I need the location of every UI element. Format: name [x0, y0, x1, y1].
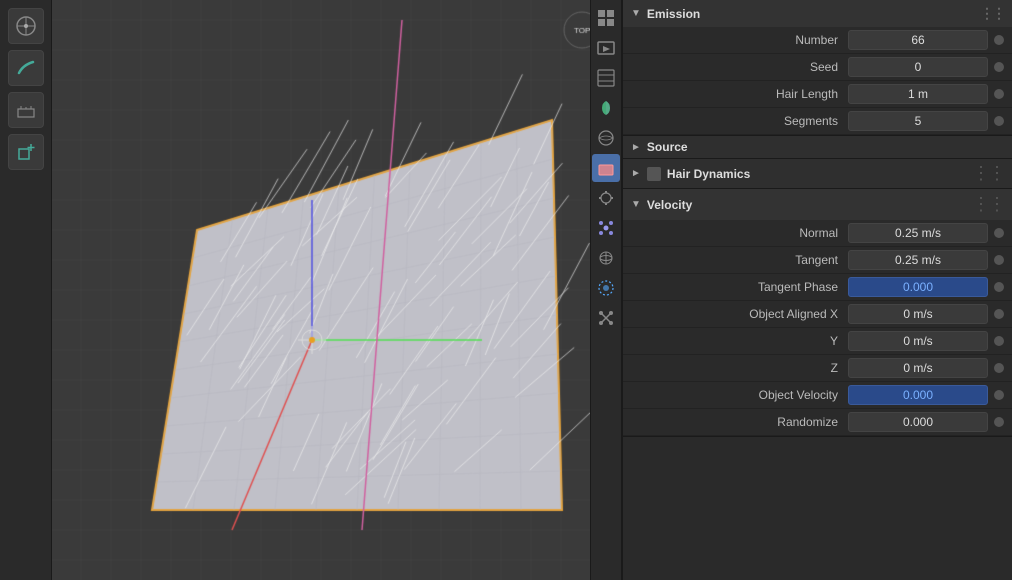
- emission-arrow: ▼: [631, 8, 641, 19]
- sidebar-icon-physics[interactable]: [592, 244, 620, 272]
- seed-label: Seed: [639, 60, 848, 74]
- hair-length-value[interactable]: 1 m: [848, 84, 988, 104]
- hair-dynamics-checkbox[interactable]: [647, 167, 661, 181]
- object-aligned-x-label: Object Aligned X: [639, 307, 848, 321]
- add-object-tool[interactable]: [8, 134, 44, 170]
- sidebar-icon-render[interactable]: [592, 4, 620, 32]
- emission-section: ▼ Emission ⋮⋮ Number 66 Seed 0 Hair Leng…: [623, 0, 1012, 136]
- object-aligned-y-label: Y: [639, 334, 848, 348]
- hair-dynamics-section: ► Hair Dynamics ⋮⋮: [623, 159, 1012, 189]
- randomize-dot[interactable]: [994, 417, 1004, 427]
- transform-tool[interactable]: [8, 8, 44, 44]
- emission-drag-handle: ⋮⋮: [980, 5, 1004, 22]
- source-header[interactable]: ► Source: [623, 136, 1012, 158]
- velocity-header[interactable]: ▼ Velocity ⋮⋮: [623, 189, 1012, 220]
- tangent-row: Tangent 0.25 m/s: [623, 247, 1012, 274]
- segments-row: Segments 5: [623, 108, 1012, 135]
- object-aligned-z-value[interactable]: 0 m/s: [848, 358, 988, 378]
- source-title: Source: [647, 140, 688, 154]
- sidebar-icon-world[interactable]: [592, 124, 620, 152]
- draw-tool[interactable]: [8, 50, 44, 86]
- randomize-label: Randomize: [639, 415, 848, 429]
- object-aligned-z-row: Z 0 m/s: [623, 355, 1012, 382]
- source-section: ► Source: [623, 136, 1012, 159]
- tangent-label: Tangent: [639, 253, 848, 267]
- object-velocity-row: Object Velocity 0.000: [623, 382, 1012, 409]
- normal-label: Normal: [639, 226, 848, 240]
- velocity-title: Velocity: [647, 198, 692, 212]
- emission-title: Emission: [647, 7, 700, 21]
- hair-dynamics-title: Hair Dynamics: [667, 167, 750, 181]
- tangent-phase-row: Tangent Phase 0.000: [623, 274, 1012, 301]
- object-velocity-label: Object Velocity: [639, 388, 848, 402]
- object-aligned-x-value[interactable]: 0 m/s: [848, 304, 988, 324]
- hair-dynamics-arrow: ►: [631, 168, 641, 179]
- tangent-phase-label: Tangent Phase: [639, 280, 848, 294]
- normal-value[interactable]: 0.25 m/s: [848, 223, 988, 243]
- hair-length-label: Hair Length: [639, 87, 848, 101]
- object-velocity-value[interactable]: 0.000: [848, 385, 988, 405]
- object-aligned-z-label: Z: [639, 361, 848, 375]
- sidebar-icon-object-data[interactable]: [592, 304, 620, 332]
- sidebar-icon-output[interactable]: [592, 34, 620, 62]
- tangent-dot[interactable]: [994, 255, 1004, 265]
- velocity-section: ▼ Velocity ⋮⋮ Normal 0.25 m/s Tangent 0.…: [623, 189, 1012, 437]
- seed-dot[interactable]: [994, 62, 1004, 72]
- viewport[interactable]: [52, 0, 590, 580]
- normal-dot[interactable]: [994, 228, 1004, 238]
- object-aligned-x-dot[interactable]: [994, 309, 1004, 319]
- left-toolbar: [0, 0, 52, 580]
- object-velocity-dot[interactable]: [994, 390, 1004, 400]
- sidebar-icon-constraints[interactable]: [592, 274, 620, 302]
- number-value[interactable]: 66: [848, 30, 988, 50]
- properties-panel: ▼ Emission ⋮⋮ Number 66 Seed 0 Hair Leng…: [622, 0, 1012, 580]
- tangent-phase-dot[interactable]: [994, 282, 1004, 292]
- emission-header[interactable]: ▼ Emission ⋮⋮: [623, 0, 1012, 27]
- hair-length-dot[interactable]: [994, 89, 1004, 99]
- object-aligned-y-value[interactable]: 0 m/s: [848, 331, 988, 351]
- object-aligned-z-dot[interactable]: [994, 363, 1004, 373]
- number-label: Number: [639, 33, 848, 47]
- number-row: Number 66: [623, 27, 1012, 54]
- tangent-phase-value[interactable]: 0.000: [848, 277, 988, 297]
- measure-tool[interactable]: [8, 92, 44, 128]
- source-arrow: ►: [631, 142, 641, 153]
- sidebar-icon-view-layer[interactable]: [592, 64, 620, 92]
- sidebar-icon-modifier[interactable]: [592, 184, 620, 212]
- object-aligned-y-row: Y 0 m/s: [623, 328, 1012, 355]
- sidebar-icon-particles[interactable]: [592, 214, 620, 242]
- normal-row: Normal 0.25 m/s: [623, 220, 1012, 247]
- hair-dynamics-drag-handle: ⋮⋮: [972, 163, 1004, 184]
- randomize-value[interactable]: 0.000: [848, 412, 988, 432]
- velocity-drag-handle: ⋮⋮: [972, 194, 1004, 215]
- sidebar-icon-object[interactable]: [592, 154, 620, 182]
- object-aligned-y-dot[interactable]: [994, 336, 1004, 346]
- randomize-row: Randomize 0.000: [623, 409, 1012, 436]
- segments-value[interactable]: 5: [848, 111, 988, 131]
- object-aligned-x-row: Object Aligned X 0 m/s: [623, 301, 1012, 328]
- viewport-canvas: [52, 0, 590, 580]
- tangent-value[interactable]: 0.25 m/s: [848, 250, 988, 270]
- hair-dynamics-header[interactable]: ► Hair Dynamics ⋮⋮: [623, 159, 1012, 188]
- seed-value[interactable]: 0: [848, 57, 988, 77]
- hair-length-row: Hair Length 1 m: [623, 81, 1012, 108]
- sidebar-icon-scene[interactable]: [592, 94, 620, 122]
- right-icons-panel: [590, 0, 622, 580]
- seed-row: Seed 0: [623, 54, 1012, 81]
- number-dot[interactable]: [994, 35, 1004, 45]
- segments-label: Segments: [639, 114, 848, 128]
- velocity-arrow: ▼: [631, 199, 641, 210]
- segments-dot[interactable]: [994, 116, 1004, 126]
